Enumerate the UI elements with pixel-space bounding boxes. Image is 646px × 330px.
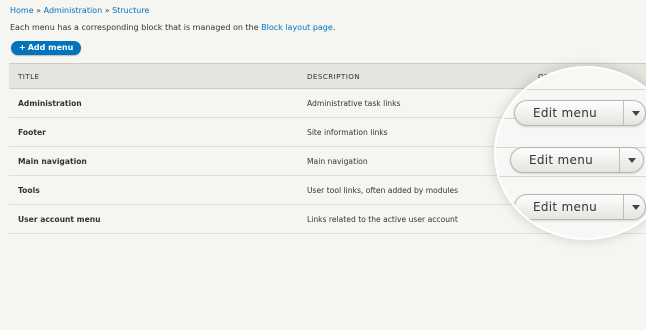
chevron-down-icon[interactable] (632, 111, 640, 116)
menu-description: User tool links, often added by modules (307, 186, 459, 195)
header-description: DESCRIPTION (307, 72, 361, 81)
header-title: TITLE (18, 72, 40, 81)
intro-text-end: . (332, 23, 336, 32)
plus-icon: + (19, 43, 26, 52)
row-divider (496, 89, 646, 90)
chevron-down-icon[interactable] (632, 205, 640, 210)
chevron-down-icon[interactable] (628, 158, 636, 163)
menu-description: Links related to the active user account (307, 215, 458, 224)
menu-description: Main navigation (307, 157, 368, 166)
menu-title: Footer (18, 128, 46, 137)
menu-title: Main navigation (18, 157, 87, 166)
breadcrumb-separator: » (33, 6, 44, 15)
button-divider (623, 101, 624, 125)
edit-menu-button[interactable]: Edit menu (514, 194, 646, 220)
edit-menu-button[interactable]: Edit menu (514, 100, 646, 126)
breadcrumb: Home » Administration » Structure (10, 6, 149, 15)
add-menu-label: Add menu (27, 43, 74, 52)
button-divider (619, 148, 620, 172)
menu-title: Tools (18, 186, 40, 195)
edit-menu-label: Edit menu (533, 200, 598, 214)
edit-menu-label: Edit menu (529, 153, 594, 167)
edit-menu-button[interactable]: Edit menu (510, 147, 644, 173)
menu-description: Site information links (307, 128, 388, 137)
menu-description: Administrative task links (307, 99, 401, 108)
intro-text: Each menu has a corresponding block that… (10, 23, 262, 32)
breadcrumb-separator: » (102, 6, 113, 15)
block-layout-link[interactable]: Block layout page (261, 23, 333, 32)
breadcrumb-home-link[interactable]: Home (10, 6, 34, 15)
button-divider (623, 195, 624, 219)
page-intro: Each menu has a corresponding block that… (10, 23, 335, 32)
menu-title: Administration (18, 99, 82, 108)
row-divider (496, 176, 646, 177)
edit-menu-label: Edit menu (533, 106, 598, 120)
add-menu-button[interactable]: + Add menu (11, 41, 82, 55)
menu-title: User account menu (18, 215, 101, 224)
breadcrumb-structure-link[interactable]: Structure (112, 6, 149, 15)
breadcrumb-administration-link[interactable]: Administration (44, 6, 103, 15)
